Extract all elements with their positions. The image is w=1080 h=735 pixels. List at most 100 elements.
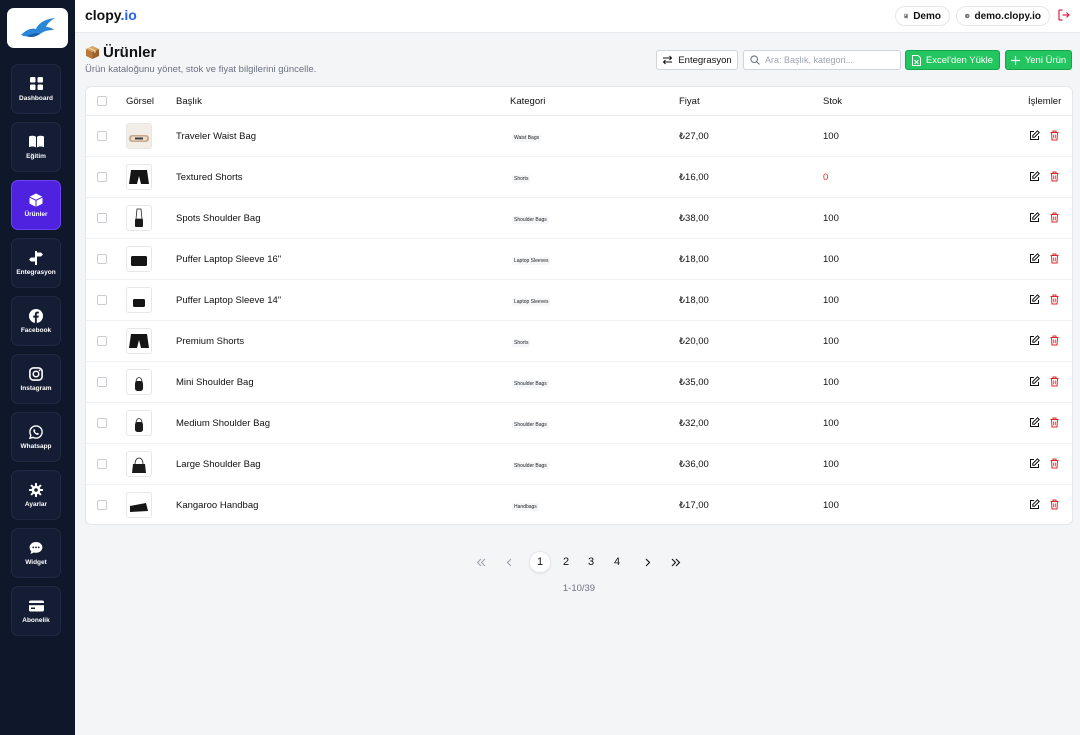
pagination-range: 1-10/39 xyxy=(562,583,596,594)
row-checkbox[interactable] xyxy=(97,377,107,387)
prev-page-button[interactable] xyxy=(498,551,520,573)
product-title[interactable]: Textured Shorts xyxy=(176,172,243,183)
product-title[interactable]: Traveler Waist Bag xyxy=(176,131,256,142)
table-row[interactable]: Traveler Waist Bag Waist Bags ₺27,00 100 xyxy=(86,116,1072,157)
sidebar-item-ayarlar[interactable]: Ayarlar xyxy=(11,470,61,520)
product-title[interactable]: Medium Shoulder Bag xyxy=(176,418,270,429)
trash-icon[interactable] xyxy=(1049,458,1060,469)
edit-icon[interactable] xyxy=(1029,376,1040,387)
product-title[interactable]: Puffer Laptop Sleeve 14" xyxy=(176,295,281,306)
trash-icon[interactable] xyxy=(1049,376,1060,387)
row-checkbox[interactable] xyxy=(97,459,107,469)
product-thumbnail xyxy=(126,451,152,477)
row-checkbox[interactable] xyxy=(97,295,107,305)
table-row[interactable]: Textured Shorts Shorts ₺16,00 0 xyxy=(86,157,1072,198)
trash-icon[interactable] xyxy=(1049,171,1060,182)
product-price: ₺27,00 xyxy=(679,131,709,142)
trash-icon[interactable] xyxy=(1049,499,1060,510)
edit-icon[interactable] xyxy=(1029,130,1040,141)
trash-icon[interactable] xyxy=(1049,253,1060,264)
sidebar-item-egitim[interactable]: Eğitim xyxy=(11,122,61,172)
row-checkbox[interactable] xyxy=(97,500,107,510)
row-checkbox[interactable] xyxy=(97,336,107,346)
table-row[interactable]: Premium Shorts Shorts ₺20,00 100 xyxy=(86,321,1072,362)
row-checkbox[interactable] xyxy=(97,213,107,223)
sidebar-item-instagram[interactable]: Instagram xyxy=(11,354,61,404)
product-thumbnail xyxy=(126,369,152,395)
category-badge: Waist Bags xyxy=(512,134,542,142)
product-price: ₺18,00 xyxy=(679,295,709,306)
edit-icon[interactable] xyxy=(1029,294,1040,305)
table-row[interactable]: Mini Shoulder Bag Shoulder Bags ₺35,00 100 xyxy=(86,362,1072,403)
last-page-button[interactable] xyxy=(665,551,687,573)
search-box[interactable] xyxy=(743,50,901,70)
sidebar-item-abonelik[interactable]: Abonelik xyxy=(11,586,61,636)
sidebar-item-widget[interactable]: Widget xyxy=(11,528,61,578)
product-thumbnail xyxy=(126,246,152,272)
new-product-button[interactable]: Yeni Ürün xyxy=(1005,50,1072,70)
sidebar-item-entegrasyon[interactable]: Entegrasyon xyxy=(11,238,61,288)
table-row[interactable]: Kangaroo Handbag Handbags ₺17,00 100 xyxy=(86,485,1072,524)
column-title[interactable]: Başlık xyxy=(176,96,202,107)
column-price[interactable]: Fiyat xyxy=(679,96,700,107)
column-stock[interactable]: Stok xyxy=(823,96,842,107)
app-logo[interactable] xyxy=(7,8,68,48)
next-page-button[interactable] xyxy=(637,551,659,573)
search-input[interactable] xyxy=(765,55,895,65)
table-row[interactable]: Spots Shoulder Bag Shoulder Bags ₺38,00 100 xyxy=(86,198,1072,239)
product-title[interactable]: Mini Shoulder Bag xyxy=(176,377,254,388)
logout-icon[interactable] xyxy=(1058,9,1070,21)
product-stock: 100 xyxy=(823,377,839,388)
edit-icon[interactable] xyxy=(1029,417,1040,428)
product-stock: 0 xyxy=(823,172,829,183)
domain-button[interactable]: demo.clopy.io xyxy=(956,6,1050,26)
trash-icon[interactable] xyxy=(1049,417,1060,428)
excel-upload-button[interactable]: Excel'den Yükle xyxy=(905,50,1000,70)
sidebar-item-label: Dashboard xyxy=(19,95,53,102)
integration-button[interactable]: Entegrasyon xyxy=(656,50,738,70)
column-category[interactable]: Kategori xyxy=(510,96,545,107)
edit-icon[interactable] xyxy=(1029,171,1040,182)
sidebar-item-whatsapp[interactable]: Whatsapp xyxy=(11,412,61,462)
bird-logo-icon xyxy=(20,18,55,38)
page-2-button[interactable]: 2 xyxy=(555,551,577,573)
chevron-left-icon xyxy=(506,558,512,566)
page-4-button[interactable]: 4 xyxy=(606,551,628,573)
account-button[interactable]: Demo xyxy=(895,6,950,26)
trash-icon[interactable] xyxy=(1049,212,1060,223)
edit-icon[interactable] xyxy=(1029,499,1040,510)
double-chevron-left-icon xyxy=(476,558,486,566)
trash-icon[interactable] xyxy=(1049,294,1060,305)
brand-name[interactable]: clopy.io xyxy=(85,7,137,23)
table-row[interactable]: Puffer Laptop Sleeve 14" Laptop Sleeves ₺1… xyxy=(86,280,1072,321)
sidebar-item-label: Abonelik xyxy=(22,617,50,624)
table-row[interactable]: Puffer Laptop Sleeve 16" Laptop Sleeves ₺1… xyxy=(86,239,1072,280)
edit-icon[interactable] xyxy=(1029,335,1040,346)
product-title[interactable]: Premium Shorts xyxy=(176,336,244,347)
account-label: Demo xyxy=(913,10,941,22)
first-page-button[interactable] xyxy=(470,551,492,573)
trash-icon[interactable] xyxy=(1049,130,1060,141)
row-checkbox[interactable] xyxy=(97,172,107,182)
page-1-button[interactable]: 1 xyxy=(529,551,551,573)
page-3-button[interactable]: 3 xyxy=(580,551,602,573)
row-checkbox[interactable] xyxy=(97,254,107,264)
table-row[interactable]: Large Shoulder Bag Shoulder Bags ₺36,00 100 xyxy=(86,444,1072,485)
product-title[interactable]: Spots Shoulder Bag xyxy=(176,213,261,224)
row-checkbox[interactable] xyxy=(97,418,107,428)
product-title[interactable]: Puffer Laptop Sleeve 16" xyxy=(176,254,281,265)
product-title[interactable]: Large Shoulder Bag xyxy=(176,459,261,470)
product-title[interactable]: Kangaroo Handbag xyxy=(176,500,258,511)
select-all-checkbox[interactable] xyxy=(97,96,107,106)
table-row[interactable]: Medium Shoulder Bag Shoulder Bags ₺32,00 10… xyxy=(86,403,1072,444)
edit-icon[interactable] xyxy=(1029,253,1040,264)
edit-icon[interactable] xyxy=(1029,458,1040,469)
trash-icon[interactable] xyxy=(1049,335,1060,346)
sidebar-item-urunler[interactable]: Ürünler xyxy=(11,180,61,230)
category-badge: Laptop Sleeves xyxy=(512,257,551,265)
signpost-icon xyxy=(29,250,44,265)
sidebar-item-facebook[interactable]: Facebook xyxy=(11,296,61,346)
sidebar-item-dashboard[interactable]: Dashboard xyxy=(11,64,61,114)
edit-icon[interactable] xyxy=(1029,212,1040,223)
row-checkbox[interactable] xyxy=(97,131,107,141)
